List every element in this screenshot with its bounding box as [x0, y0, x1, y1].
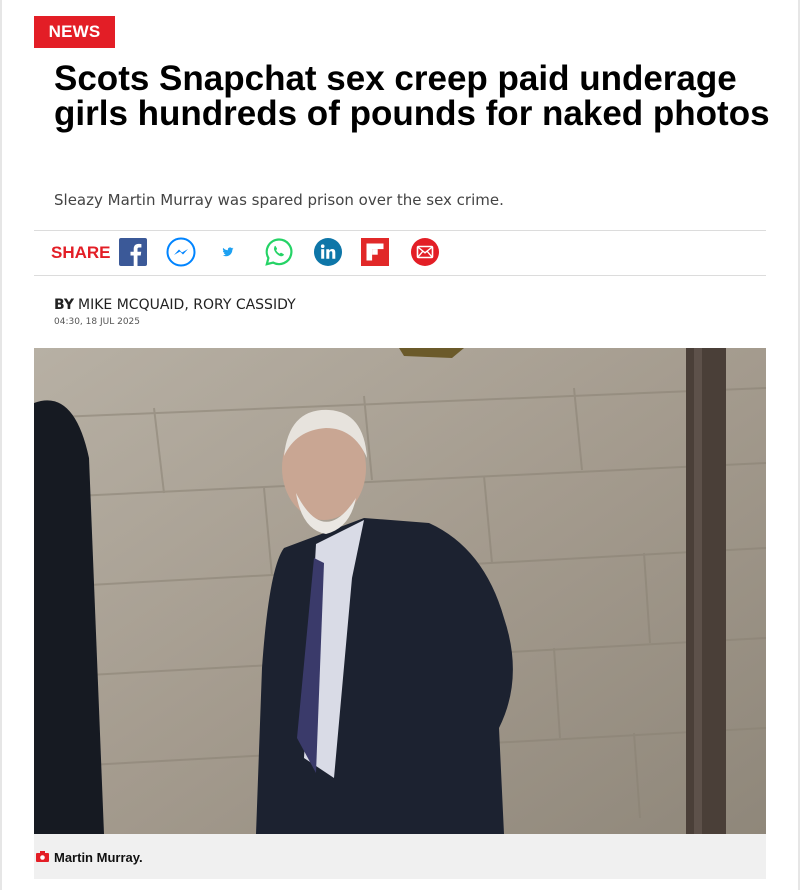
article-timestamp: 04:30, 18 JUL 2025	[54, 317, 140, 327]
byline: BY MIKE MCQUAID, RORY CASSIDY	[54, 297, 296, 313]
photo-illustration	[34, 348, 766, 834]
messenger-icon[interactable]	[166, 237, 196, 267]
twitter-icon[interactable]	[222, 246, 234, 258]
section-badge[interactable]: NEWS	[34, 16, 115, 48]
page-edge-left	[0, 0, 2, 890]
article-headline: Scots Snapchat sex creep paid underage g…	[54, 59, 770, 133]
byline-authors[interactable]: MIKE MCQUAID, RORY CASSIDY	[78, 297, 296, 313]
byline-prefix: BY	[54, 297, 75, 313]
article-photo[interactable]	[34, 348, 766, 834]
camera-icon	[36, 851, 49, 862]
photo-caption: Martin Murray.	[34, 834, 766, 879]
share-label: SHARE	[51, 243, 111, 262]
linkedin-icon[interactable]	[313, 237, 343, 267]
email-icon[interactable]	[410, 237, 440, 267]
facebook-icon[interactable]	[118, 237, 148, 267]
share-bar: SHARE	[34, 230, 766, 276]
caption-text: Martin Murray.	[54, 850, 143, 865]
flipboard-icon[interactable]	[360, 237, 390, 267]
article-standfirst: Sleazy Martin Murray was spared prison o…	[54, 191, 504, 209]
whatsapp-icon[interactable]	[264, 237, 294, 267]
